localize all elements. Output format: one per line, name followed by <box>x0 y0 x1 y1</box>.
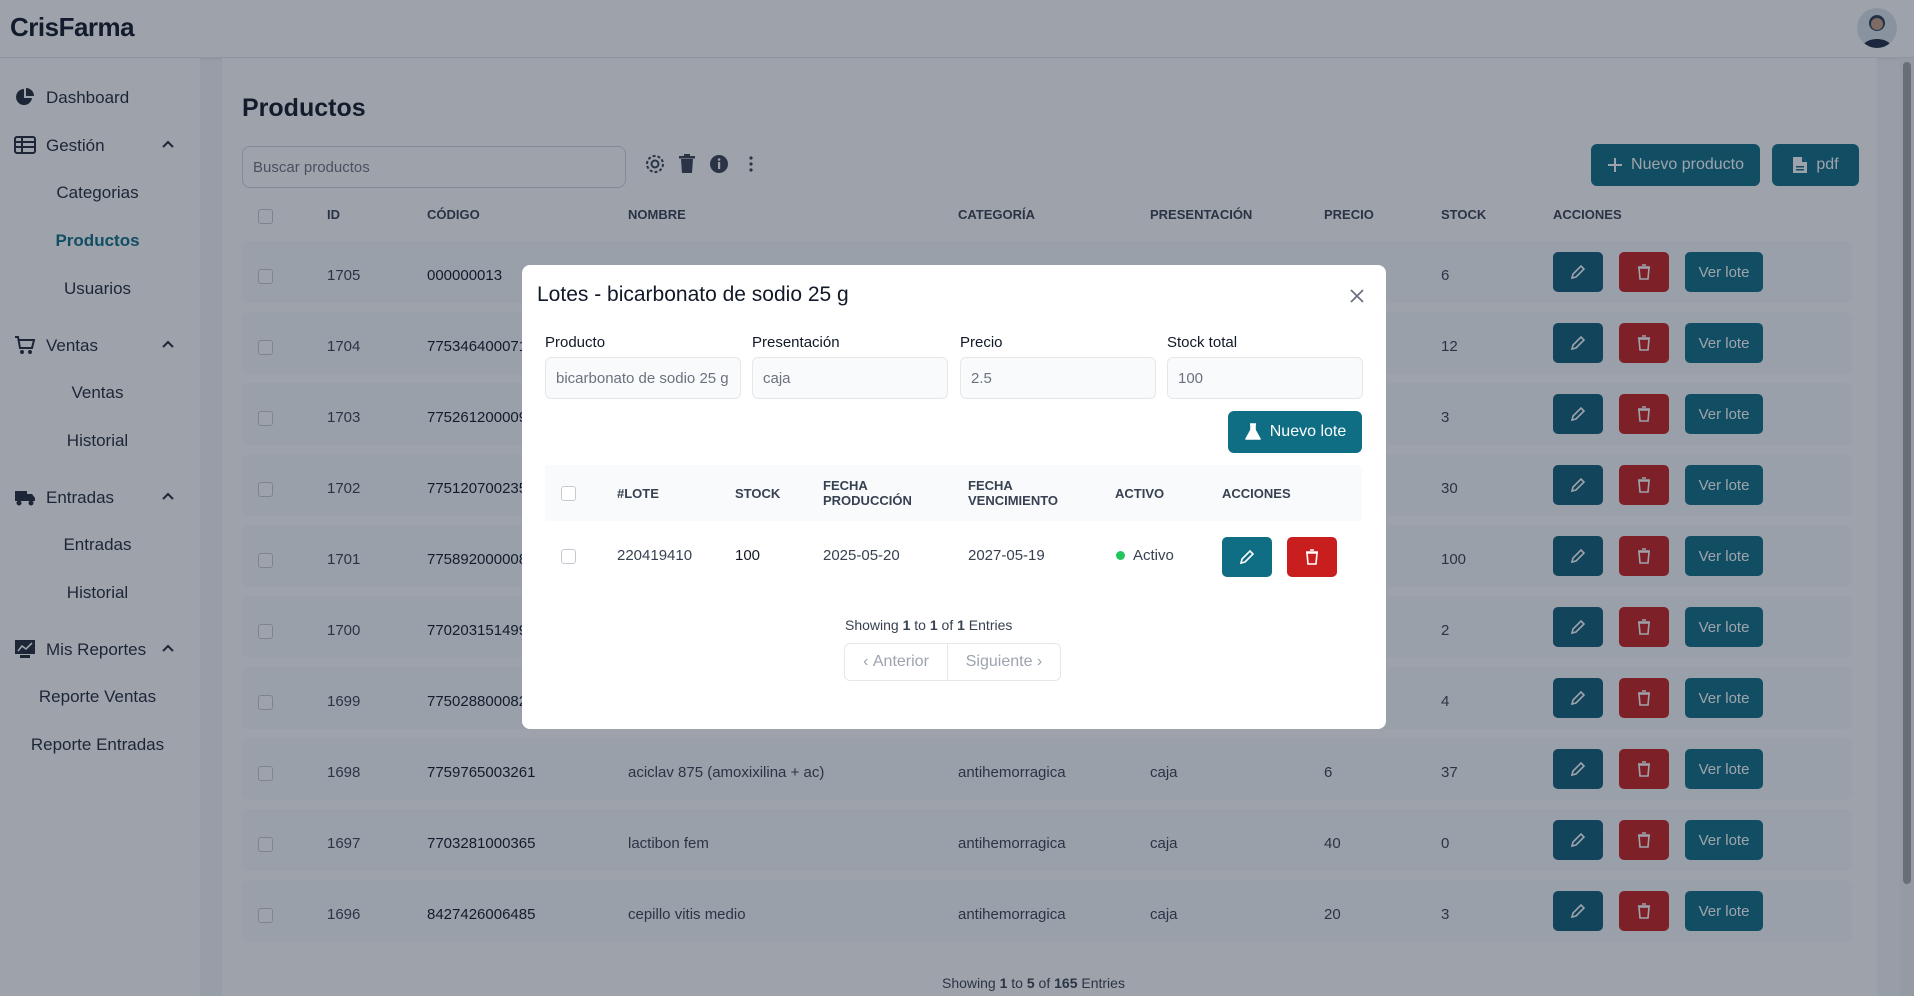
column-header-activo[interactable]: ACTIVO <box>1115 486 1164 501</box>
modal-title: Lotes - bicarbonato de sodio 25 g <box>537 283 849 306</box>
edit-lote-button[interactable] <box>1222 537 1272 577</box>
next-label: Siguiente <box>965 653 1033 670</box>
header-line: FECHA <box>968 478 1013 493</box>
column-header-fecha-produccion[interactable]: FECHA PRODUCCIÓN <box>823 478 912 508</box>
lote-number: 220419410 <box>617 547 693 564</box>
lote-fecha-vencimiento: 2027-05-19 <box>968 547 1045 564</box>
column-header-lote[interactable]: #LOTE <box>617 486 659 501</box>
status-label: Activo <box>1133 547 1174 564</box>
precio-field[interactable] <box>960 357 1156 399</box>
field-label-producto: Producto <box>545 334 606 351</box>
lotes-pagination: ‹ Anterior Siguiente › <box>844 643 1061 681</box>
column-header-stock[interactable]: STOCK <box>735 486 780 501</box>
prev-label: Anterior <box>872 653 929 670</box>
delete-lote-button[interactable] <box>1287 537 1337 577</box>
header-line: FECHA <box>823 478 868 493</box>
close-icon[interactable] <box>1348 287 1366 305</box>
field-label-precio: Precio <box>960 334 1003 351</box>
chevron-left-icon: ‹ <box>863 653 873 670</box>
field-label-stock-total: Stock total <box>1167 334 1238 351</box>
producto-field[interactable] <box>545 357 741 399</box>
presentacion-field[interactable] <box>752 357 948 399</box>
edit-icon <box>1239 549 1255 565</box>
prev-page-button[interactable]: ‹ Anterior <box>845 644 948 680</box>
chevron-right-icon: › <box>1032 653 1043 670</box>
field-label-presentacion: Presentación <box>752 334 840 351</box>
status-dot <box>1116 551 1125 560</box>
next-page-button[interactable]: Siguiente › <box>948 644 1060 680</box>
lotes-modal: Lotes - bicarbonato de sodio 25 g Produc… <box>522 265 1386 729</box>
flask-icon <box>1244 423 1261 440</box>
new-lote-button[interactable]: Nuevo lote <box>1228 411 1362 453</box>
column-header-fecha-vencimiento[interactable]: FECHA VENCIMIENTO <box>968 478 1058 508</box>
lote-row-checkbox[interactable] <box>561 549 576 564</box>
column-header-acciones: ACCIONES <box>1222 486 1291 501</box>
select-all-lotes-checkbox[interactable] <box>561 486 576 501</box>
stock-total-field[interactable] <box>1167 357 1363 399</box>
header-line: PRODUCCIÓN <box>823 493 912 508</box>
lote-fecha-produccion: 2025-05-20 <box>823 547 900 564</box>
new-lote-label: Nuevo lote <box>1269 423 1347 440</box>
status-badge: Activo <box>1116 547 1174 564</box>
trash-icon <box>1306 549 1318 565</box>
lote-stock: 100 <box>735 547 761 564</box>
header-line: VENCIMIENTO <box>968 493 1059 508</box>
lotes-pagination-info: Showing 1 to 1 of 1 Entries <box>845 617 1013 633</box>
